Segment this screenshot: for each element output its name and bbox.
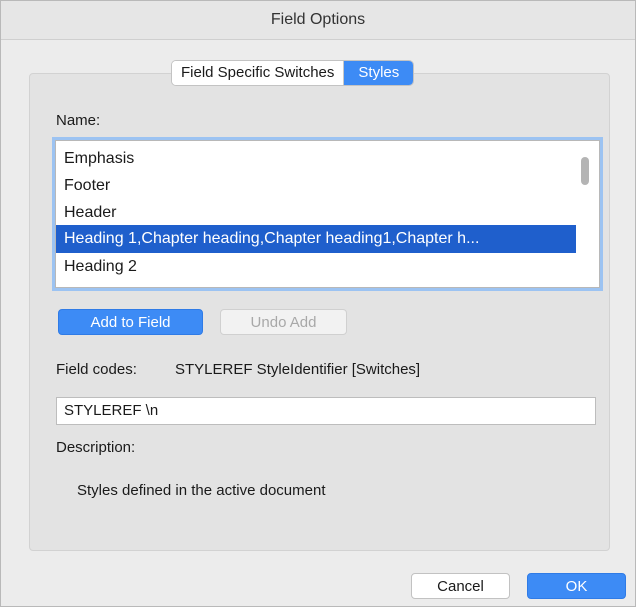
tab-bar: Field Specific Switches Styles [171, 60, 415, 86]
add-to-field-button[interactable]: Add to Field [58, 309, 203, 335]
list-item[interactable]: Header [56, 199, 576, 227]
cancel-button[interactable]: Cancel [411, 573, 510, 599]
list-item[interactable]: Heading 2 [56, 253, 576, 281]
field-options-dialog: Field Options Field Specific Switches St… [0, 0, 636, 607]
name-label: Name: [56, 112, 101, 129]
field-codes-label: Field codes: [56, 361, 137, 378]
list-item-selected[interactable]: Heading 1,Chapter heading,Chapter headin… [56, 225, 576, 253]
dialog-title: Field Options [270, 11, 366, 28]
undo-add-button[interactable]: Undo Add [220, 309, 347, 335]
list-scrollbar-thumb[interactable] [581, 157, 589, 185]
tab-field-specific-switches[interactable]: Field Specific Switches [172, 61, 345, 85]
field-codes-syntax: STYLEREF StyleIdentifier [Switches] [175, 361, 421, 378]
description-text: Styles defined in the active document [77, 482, 326, 499]
list-item[interactable]: Emphasis [56, 145, 576, 173]
title-bar[interactable]: Field Options [1, 1, 635, 40]
tab-styles[interactable]: Styles [344, 61, 414, 85]
ok-button[interactable]: OK [527, 573, 626, 599]
field-codes-input[interactable]: STYLEREF \n [56, 397, 596, 425]
styles-listbox[interactable]: Emphasis Footer Header Heading 1,Chapter… [55, 140, 600, 288]
description-label: Description: [56, 439, 136, 456]
list-item[interactable]: Footer [56, 172, 576, 200]
